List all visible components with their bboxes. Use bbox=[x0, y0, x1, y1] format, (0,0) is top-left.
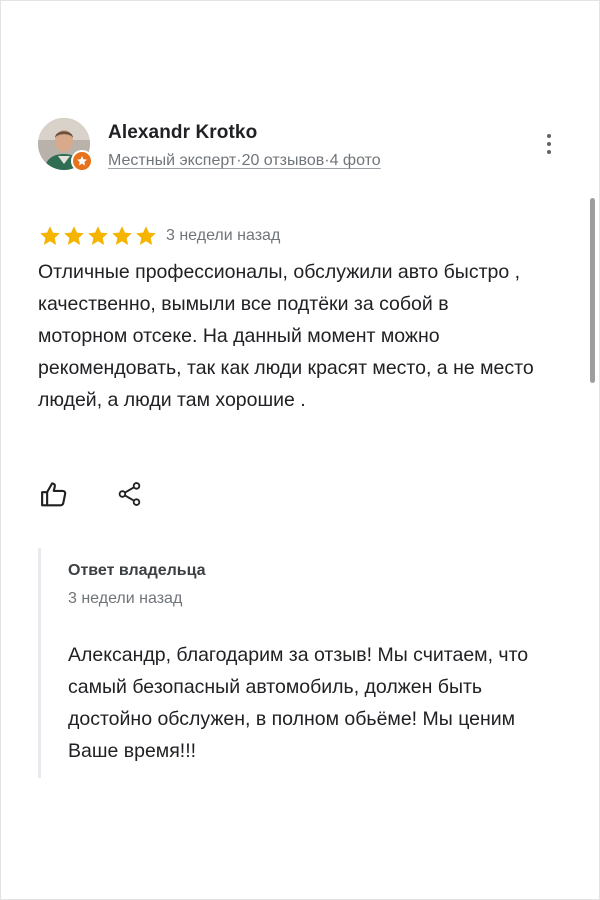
like-button[interactable] bbox=[38, 478, 70, 510]
owner-reply-title: Ответ владельца bbox=[68, 562, 206, 579]
star-icon bbox=[64, 226, 84, 245]
local-guide-star-icon bbox=[77, 156, 87, 166]
more-vert-icon bbox=[547, 134, 551, 138]
more-vert-icon-dot bbox=[547, 142, 551, 146]
owner-reply: Ответ владельца 3 недели назад Александр… bbox=[38, 548, 571, 778]
more-options-button[interactable] bbox=[538, 128, 560, 160]
star-icon bbox=[40, 226, 60, 245]
owner-reply-date: 3 недели назад bbox=[68, 590, 183, 607]
owner-reply-text: Александр, благодарим за отзыв! Мы счита… bbox=[68, 644, 529, 762]
reviewer-meta: Alexandr Krotko Местный эксперт·20 отзыв… bbox=[108, 122, 381, 170]
share-button[interactable] bbox=[114, 478, 146, 510]
share-icon bbox=[118, 482, 141, 506]
star-rating bbox=[38, 224, 158, 248]
avatar[interactable] bbox=[38, 118, 93, 172]
star-icon bbox=[136, 226, 156, 245]
reviewer-stats-link[interactable]: Местный эксперт·20 отзывов·4 фото bbox=[108, 152, 381, 170]
review-actions bbox=[38, 478, 146, 510]
reviewer-header: Alexandr Krotko Местный эксперт·20 отзыв… bbox=[38, 118, 381, 172]
local-guide-badge bbox=[71, 150, 93, 172]
scrollbar[interactable] bbox=[590, 198, 595, 383]
review-date: 3 недели назад bbox=[166, 227, 281, 244]
more-vert-icon-dot bbox=[547, 150, 551, 154]
star-icon bbox=[88, 226, 108, 245]
thumbs-up-icon bbox=[41, 482, 67, 507]
review-text: Отличные профессионалы, обслужили авто б… bbox=[38, 261, 534, 411]
rating-row: 3 недели назад bbox=[38, 224, 280, 248]
reviewer-name[interactable]: Alexandr Krotko bbox=[108, 122, 381, 144]
star-icon bbox=[112, 226, 132, 245]
